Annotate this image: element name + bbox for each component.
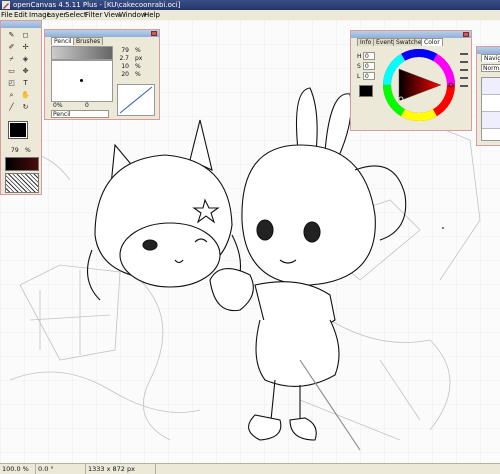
blend-mode-select[interactable]: Normal [481, 64, 500, 72]
menu-help[interactable]: Help [144, 10, 160, 20]
brush-panel-close-icon[interactable] [151, 31, 157, 36]
eraser-tool-icon[interactable]: ◻ [21, 31, 30, 40]
size-unit: % [135, 47, 141, 54]
opacity-unit: % [25, 147, 31, 154]
window-title: openCanvas 4.5.11 Plus - [KU\cakecoonrab… [13, 1, 181, 9]
status-bar: 100.0 % 0.0 ° 1333 x 872 px [0, 463, 500, 474]
density-value[interactable]: 20 [117, 71, 129, 78]
app-icon [2, 1, 10, 9]
color-fg-swatch[interactable] [359, 85, 373, 97]
width-value[interactable]: 2.7 [117, 55, 129, 62]
transform-tool-icon[interactable]: ◰ [7, 79, 16, 88]
rotate-tool-icon[interactable]: ↻ [21, 103, 30, 112]
title-bar: openCanvas 4.5.11 Plus - [KU\cakecoonrab… [0, 0, 500, 10]
h-label: H [357, 53, 362, 60]
menu-file[interactable]: File [1, 10, 13, 20]
color-preview-dark[interactable] [5, 157, 39, 171]
navigator-panel: Navig Normal [476, 46, 500, 146]
brush-preview [51, 46, 113, 60]
brush-tool-icon[interactable]: ✐ [7, 43, 16, 52]
line-tool-icon[interactable]: ╱ [7, 103, 16, 112]
select-tool-icon[interactable]: ▭ [7, 67, 16, 76]
color-panel-close-icon[interactable] [463, 32, 469, 37]
color-panel: Info Event Swatches Color H 0 S 0 L 0 [350, 30, 472, 131]
slider-min-label: 0% [53, 102, 63, 109]
tab-color[interactable]: Color [421, 38, 443, 46]
menu-filter[interactable]: Filter [85, 10, 102, 20]
texture-preview[interactable] [5, 173, 39, 193]
brush-curve-graph[interactable] [117, 84, 155, 116]
menu-window[interactable]: Window [119, 10, 147, 20]
text-tool-icon[interactable]: T [21, 79, 30, 88]
width-unit: px [135, 55, 143, 62]
tab-brushes[interactable]: Brushes [73, 37, 104, 45]
move-tool-icon[interactable]: ✥ [21, 67, 30, 76]
toolbox-caption[interactable] [1, 21, 41, 28]
color-panel-caption[interactable] [351, 31, 471, 38]
menu-select[interactable]: Select [65, 10, 87, 20]
tool-name-field[interactable]: Pencil [51, 110, 109, 118]
hue-wheel[interactable] [381, 47, 457, 123]
airbrush-tool-icon[interactable]: ✢ [21, 43, 30, 52]
foreground-color-swatch[interactable] [8, 121, 28, 139]
dropper-tool-icon[interactable]: ⌿ [7, 55, 16, 64]
l-value[interactable]: 0 [363, 72, 375, 80]
hand-tool-icon[interactable]: ✋ [21, 91, 30, 100]
layer-thumbnails[interactable] [481, 77, 500, 141]
s-value[interactable]: 0 [363, 62, 375, 70]
density-unit: % [135, 71, 141, 78]
toolbox-panel: ✎ ◻ ✐ ✢ ⌿ ◈ ▭ ✥ ◰ T ⌕ ✋ ╱ ↻ 79 % [0, 20, 42, 195]
brush-panel-caption[interactable] [45, 30, 159, 37]
color-side-buttons[interactable] [460, 53, 468, 93]
s-label: S [357, 63, 361, 70]
menu-edit[interactable]: Edit [14, 10, 28, 20]
brush-panel: Pencil Brushes 0% 0 Pencil 79 % 2.7 px 1… [44, 29, 160, 120]
opacity-value: 79 [11, 147, 19, 154]
navigator-panel-caption[interactable] [477, 47, 500, 54]
zoom-tool-icon[interactable]: ⌕ [7, 91, 16, 100]
size-value[interactable]: 79 [117, 47, 129, 54]
stroke-preview-area [51, 60, 113, 102]
fill-tool-icon[interactable]: ◈ [21, 55, 30, 64]
tab-info[interactable]: Info [357, 38, 375, 46]
pen-tool-icon[interactable]: ✎ [7, 31, 16, 40]
menu-layer[interactable]: Layer [47, 10, 67, 20]
min-value[interactable]: 10 [117, 63, 129, 70]
tab-pencil[interactable]: Pencil [51, 37, 75, 45]
l-label: L [357, 73, 361, 80]
h-value[interactable]: 0 [363, 52, 375, 60]
min-unit: % [135, 63, 141, 70]
slider-max-label: 0 [85, 102, 89, 109]
tab-navigator[interactable]: Navig [481, 54, 500, 62]
